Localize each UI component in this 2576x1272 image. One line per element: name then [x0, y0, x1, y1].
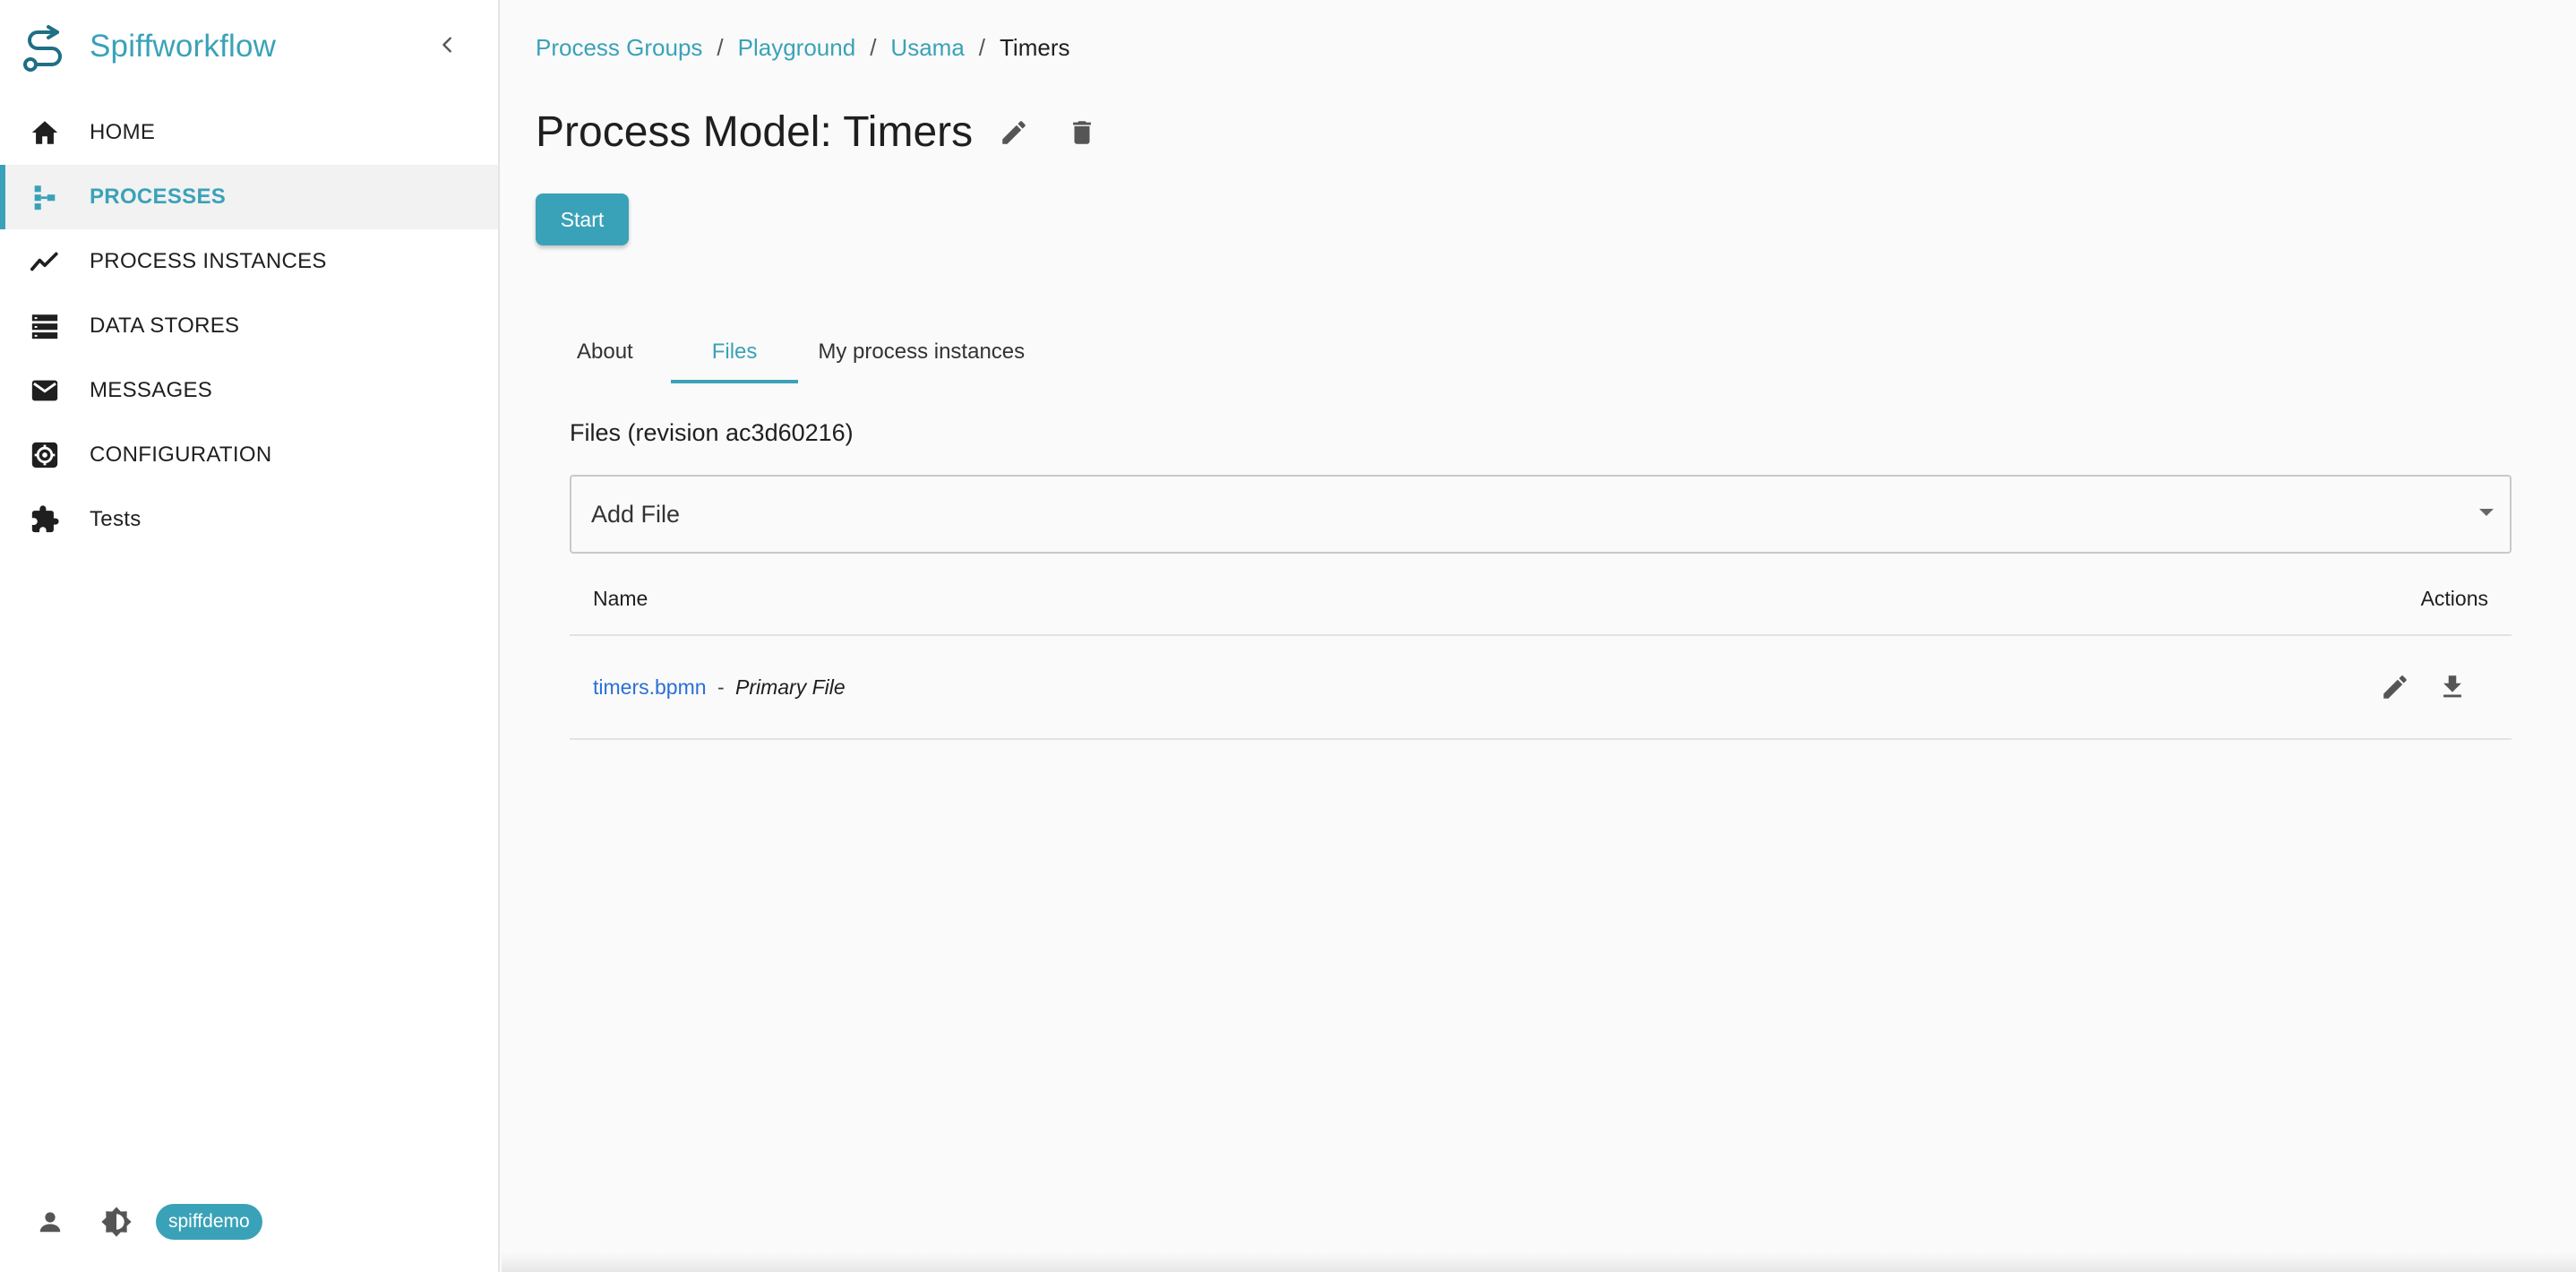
spiffworkflow-logo-icon — [23, 25, 62, 72]
breadcrumb-separator: / — [870, 34, 877, 61]
storage-icon — [29, 310, 61, 342]
file-name-cell: timers.bpmn - Primary File — [593, 675, 846, 700]
breadcrumb-playground[interactable]: Playground — [738, 34, 856, 62]
trash-icon — [1073, 120, 1092, 144]
person-icon[interactable] — [32, 1204, 68, 1240]
pencil-icon — [2383, 675, 2407, 699]
breadcrumb-current: Timers — [1000, 34, 1070, 61]
main-content: Process Groups / Playground / Usama / Ti… — [502, 0, 2576, 1272]
primary-file-note: Primary File — [735, 675, 846, 699]
files-heading: Files (revision ac3d60216) — [570, 419, 854, 446]
sidebar-item-configuration[interactable]: CONFIGURATION — [0, 423, 498, 487]
home-icon — [29, 116, 61, 149]
page-title: Process Model: Timers — [536, 108, 974, 156]
sidebar-item-label: PROCESS INSTANCES — [90, 249, 327, 273]
brand-name: Spiffworkflow — [90, 29, 277, 64]
tab-my-process-instances[interactable]: My process instances — [798, 321, 1044, 383]
start-button[interactable]: Start — [536, 193, 629, 245]
bottom-shade — [502, 1252, 2576, 1272]
breadcrumb: Process Groups / Playground / Usama / Ti… — [536, 34, 1070, 62]
breadcrumb-process-groups[interactable]: Process Groups — [536, 34, 702, 62]
download-file-button[interactable] — [2433, 667, 2472, 707]
files-table: Name Actions timers.bpmn - Primary File — [570, 563, 2512, 740]
caret-down-icon — [2479, 509, 2494, 516]
puzzle-icon — [29, 503, 61, 536]
sidebar-item-processes[interactable]: PROCESSES — [0, 165, 498, 229]
process-tree-icon — [29, 181, 61, 213]
sidebar-item-process-instances[interactable]: PROCESS INSTANCES — [0, 229, 498, 294]
sidebar-item-tests[interactable]: Tests — [0, 487, 498, 552]
chevron-left-icon — [442, 37, 451, 53]
tab-about[interactable]: About — [557, 321, 671, 383]
title-row: Process Model: Timers — [536, 107, 1103, 157]
add-file-select[interactable]: Add File — [570, 475, 2512, 554]
username-badge[interactable]: spiffdemo — [156, 1204, 262, 1240]
column-header-actions: Actions — [2420, 586, 2488, 610]
sidebar-nav: HOME PROCESSES PROCESS INSTANCES DATA ST… — [0, 100, 498, 552]
sidebar: Spiffworkflow HOME PROCESSES PROCESS INS… — [0, 0, 500, 1272]
tab-files[interactable]: Files — [670, 321, 799, 383]
file-link[interactable]: timers.bpmn — [593, 675, 707, 699]
brand[interactable]: Spiffworkflow — [21, 18, 276, 75]
tabs: About Files My process instances — [557, 321, 1044, 383]
breadcrumb-usama[interactable]: Usama — [890, 34, 964, 62]
pencil-icon — [1002, 120, 1026, 144]
sidebar-item-label: CONFIGURATION — [90, 443, 272, 467]
sidebar-item-label: PROCESSES — [90, 185, 227, 209]
sidebar-item-messages[interactable]: MESSAGES — [0, 358, 498, 423]
line-chart-icon — [29, 245, 61, 278]
sidebar-item-label: Tests — [90, 507, 142, 531]
sidebar-item-data-stores[interactable]: DATA STORES — [0, 294, 498, 358]
delete-process-model-button[interactable] — [1060, 111, 1103, 154]
download-icon — [2443, 675, 2461, 698]
sidebar-footer: spiffdemo — [32, 1204, 262, 1240]
breadcrumb-separator: / — [978, 34, 986, 61]
settings-icon — [29, 439, 61, 471]
table-row: timers.bpmn - Primary File — [570, 636, 2512, 740]
sidebar-item-label: HOME — [90, 120, 156, 144]
sidebar-item-label: DATA STORES — [90, 314, 240, 338]
envelope-icon — [29, 374, 61, 407]
edit-file-button[interactable] — [2375, 667, 2415, 707]
add-file-label: Add File — [591, 500, 681, 528]
brightness-icon[interactable] — [99, 1204, 134, 1240]
edit-process-model-button[interactable] — [992, 111, 1035, 154]
breadcrumb-separator: / — [717, 34, 724, 61]
table-header: Name Actions — [570, 563, 2512, 636]
column-header-name: Name — [593, 586, 648, 610]
file-separator: - — [717, 675, 725, 699]
sidebar-item-label: MESSAGES — [90, 378, 213, 402]
row-actions — [2375, 667, 2472, 707]
collapse-sidebar-button[interactable] — [428, 25, 468, 64]
sidebar-item-home[interactable]: HOME — [0, 100, 498, 165]
